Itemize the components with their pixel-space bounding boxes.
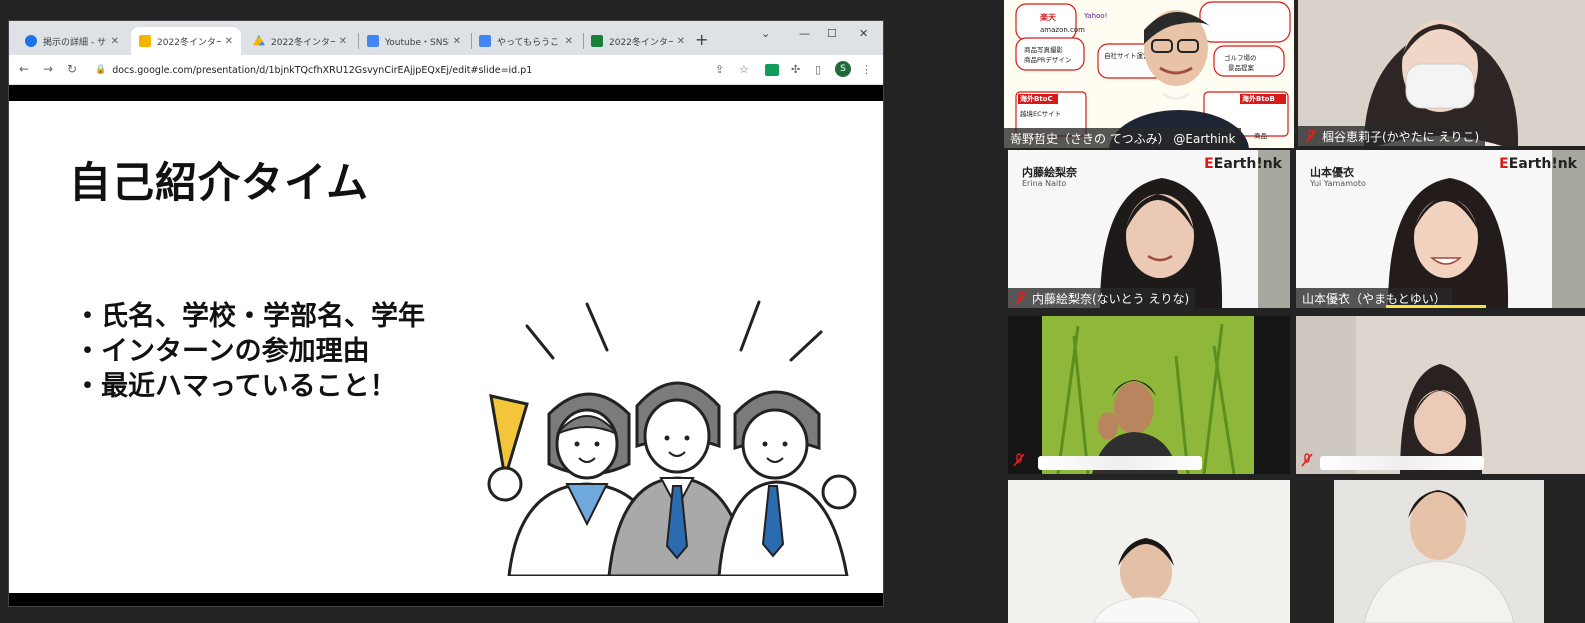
bookmark-star-icon[interactable]: ☆ — [739, 63, 749, 76]
name-card-title: 山本優衣 — [1310, 166, 1354, 179]
video-tile-participant-5[interactable] — [1008, 316, 1290, 474]
presentation-slide: 自己紹介タイム ・氏名、学校・学部名、学年 ・インターンの参加理由 ・最近ハマっ… — [9, 101, 883, 593]
browser-tab-3[interactable]: 2022冬インターン ✕ — [245, 27, 355, 55]
forward-arrow-icon[interactable]: → — [43, 62, 53, 76]
close-icon[interactable]: ✕ — [453, 36, 461, 47]
participant-name-tag: 椢谷恵莉子(かやたに えりこ) — [1298, 126, 1486, 146]
participant-name: 嵜野哲史（さきの てつふみ） @Earthink — [1010, 131, 1236, 146]
video-tile-participant-3[interactable]: 内藤絵梨奈 Erina Naito EEarth!nk 内藤絵梨奈(ないとう え… — [1008, 150, 1290, 308]
kebab-menu-icon[interactable]: ⋮ — [861, 63, 872, 76]
docs-favicon-icon — [367, 35, 379, 47]
bg-text: 商品PRデザイン — [1024, 56, 1072, 64]
lock-icon: 🔒 — [95, 65, 107, 75]
participant-name-tag: 嵜野哲史（さきの てつふみ） @Earthink — [1004, 128, 1242, 148]
close-icon[interactable]: ✕ — [339, 36, 347, 47]
video-tile-participant-6[interactable] — [1296, 316, 1585, 474]
bg-text: 楽天 — [1040, 13, 1056, 22]
close-icon[interactable]: ✕ — [677, 36, 685, 47]
tab-search-icon[interactable]: ⌄ — [761, 27, 770, 40]
participant-video-feed — [1298, 0, 1585, 146]
reload-icon[interactable]: ↻ — [67, 62, 77, 76]
tab-title: 2022冬インターン — [271, 37, 335, 48]
tab-title: 2022冬インターン — [609, 37, 673, 48]
blurred-name — [1038, 456, 1202, 470]
maximize-icon[interactable]: ☐ — [827, 27, 837, 40]
participant-video-feed — [1296, 316, 1585, 474]
video-tile-participant-4[interactable]: 山本優衣 Yui Yamamoto EEarth!nk 山本優衣（やまもとゆい） — [1296, 150, 1585, 308]
shared-browser-window: 掲示の詳細 - サイ ✕ 2022冬インターン ✕ 2022冬インターン ✕ Y… — [8, 20, 884, 607]
video-tile-participant-7[interactable] — [1008, 480, 1290, 623]
brand-text: Earth!nk — [1213, 156, 1282, 172]
speaking-indicator — [1386, 305, 1486, 308]
mic-muted-icon — [1304, 129, 1318, 143]
minimize-icon[interactable]: — — [799, 27, 810, 40]
participant-name: 山本優衣（やまもとゆい） — [1302, 291, 1446, 306]
extension-meet-icon[interactable] — [765, 64, 779, 76]
browser-tab-1[interactable]: 掲示の詳細 - サイ ✕ — [17, 27, 127, 55]
tab-title: 2022冬インターン — [157, 37, 221, 48]
slide-title: 自己紹介タイム — [69, 158, 370, 207]
brand-logo: EEarth!nk — [1204, 156, 1282, 172]
bullet-item: ・氏名、学校・学部名、学年 — [74, 301, 425, 332]
slides-favicon-icon — [139, 35, 151, 47]
extensions-puzzle-icon[interactable]: ✣ — [791, 63, 800, 76]
browser-tab-6[interactable]: 2022冬インターン ✕ — [583, 27, 693, 55]
sheets-favicon-icon — [591, 35, 603, 47]
participant-name: 内藤絵梨奈(ないとう えりな) — [1032, 291, 1190, 306]
video-tile-participant-2[interactable]: 椢谷恵莉子(かやたに えりこ) — [1298, 0, 1585, 146]
browser-tab-5[interactable]: やってもらうこと・今 ✕ — [471, 27, 581, 55]
profile-avatar[interactable]: S — [835, 61, 851, 77]
slide-bullet-list: ・氏名、学校・学部名、学年 ・インターンの参加理由 ・最近ハマっていること！ — [74, 299, 425, 404]
bg-text: 商品 — [1254, 132, 1267, 140]
participant-name: 椢谷恵莉子(かやたに えりこ) — [1322, 129, 1480, 144]
bg-text: 越境ECサイト — [1020, 110, 1062, 118]
host-video-feed — [1109, 10, 1249, 148]
three-people-illustration — [487, 300, 857, 576]
drive-favicon-icon — [253, 35, 265, 46]
tab-title: Youtube・SNS投稿 — [385, 37, 449, 48]
blurred-name — [1320, 456, 1484, 470]
address-bar[interactable]: 🔒 docs.google.com/presentation/d/1bjnkTQ… — [89, 59, 669, 81]
close-icon[interactable]: ✕ — [111, 36, 119, 47]
tab-title: 掲示の詳細 - サイ — [43, 37, 107, 48]
participant-video-feed — [1334, 480, 1544, 623]
brand-logo: EEarth!nk — [1499, 156, 1577, 172]
mic-muted-icon — [1014, 291, 1028, 305]
tab-title: やってもらうこと・今 — [497, 37, 561, 48]
participant-video-feed — [1008, 316, 1290, 474]
mic-muted-icon — [1012, 452, 1026, 471]
name-card-roman: Erina Naito — [1022, 179, 1067, 188]
participant-video-feed — [1008, 480, 1290, 623]
back-arrow-icon[interactable]: ← — [19, 62, 29, 76]
bullet-item: ・インターンの参加理由 — [74, 336, 370, 367]
tab-strip: 掲示の詳細 - サイ ✕ 2022冬インターン ✕ 2022冬インターン ✕ Y… — [9, 21, 883, 55]
window-close-icon[interactable]: ✕ — [859, 27, 868, 40]
bg-text: 商品写真撮影 — [1024, 46, 1063, 54]
bullet-item: ・最近ハマっていること！ — [74, 371, 397, 402]
side-panel-icon[interactable]: ▯ — [815, 63, 821, 76]
bg-text: amazon.com — [1040, 26, 1085, 34]
name-card-roman: Yui Yamamoto — [1310, 179, 1366, 188]
close-icon[interactable]: ✕ — [225, 36, 233, 47]
share-icon[interactable]: ⇪ — [715, 63, 724, 76]
video-tile-host[interactable]: 楽天 Yahoo! amazon.com 商品写真撮影 商品PRデザイン 自社サ… — [1004, 0, 1294, 148]
bg-text: 海外BtoC — [1020, 95, 1053, 103]
browser-tab-4[interactable]: Youtube・SNS投稿 ✕ — [359, 27, 469, 55]
url-text: docs.google.com/presentation/d/1bjnkTQcf… — [112, 64, 533, 76]
browser-toolbar: ← → ↻ 🔒 docs.google.com/presentation/d/1… — [9, 55, 883, 85]
docs-favicon-icon — [479, 35, 491, 47]
meeting-stage: 掲示の詳細 - サイ ✕ 2022冬インターン ✕ 2022冬インターン ✕ Y… — [0, 0, 1585, 623]
tab-favicon-icon — [25, 35, 37, 47]
mic-muted-icon — [1300, 452, 1314, 471]
participant-name-tag: 内藤絵梨奈(ないとう えりな) — [1008, 288, 1196, 308]
browser-tab-2[interactable]: 2022冬インターン ✕ — [131, 27, 241, 55]
new-tab-button[interactable]: + — [695, 30, 708, 49]
video-tile-participant-8[interactable] — [1334, 480, 1544, 623]
close-icon[interactable]: ✕ — [565, 36, 573, 47]
brand-text: Earth!nk — [1508, 156, 1577, 172]
name-card-title: 内藤絵梨奈 — [1022, 166, 1077, 179]
